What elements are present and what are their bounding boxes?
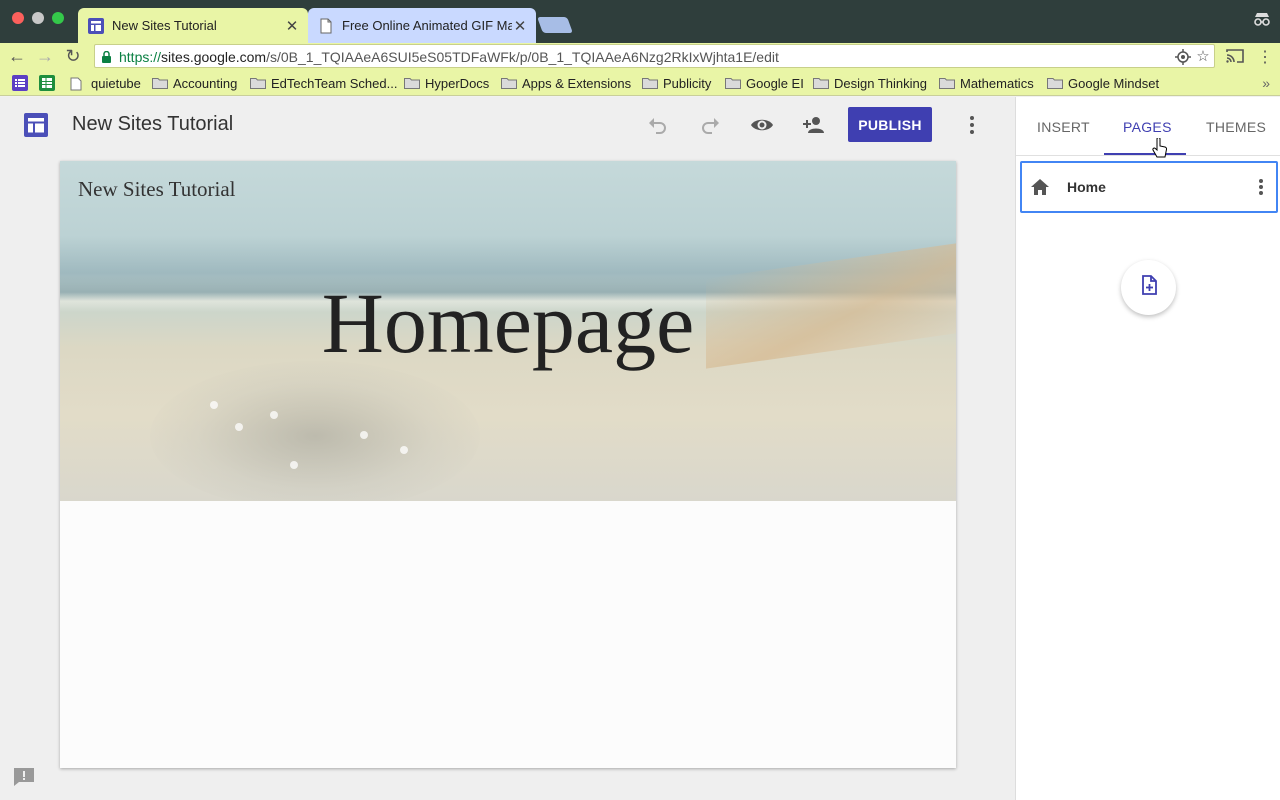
more-options-icon[interactable] (962, 113, 982, 137)
panel-divider (1016, 155, 1280, 156)
bookmark-label: Google EI (746, 75, 804, 91)
header-banner-image[interactable]: New Sites Tutorial Homepage (60, 161, 956, 501)
apps-shortcut-icon[interactable] (12, 75, 28, 91)
forward-arrow-icon[interactable]: → (35, 46, 55, 66)
hero-sparkle (235, 423, 243, 431)
browser-menu-icon[interactable]: ⋮ (1257, 47, 1273, 67)
hero-sparkle (270, 411, 278, 419)
page-icon (70, 77, 86, 91)
tab-pages[interactable]: PAGES (1123, 119, 1172, 135)
hero-sparkle (290, 461, 298, 469)
reload-icon[interactable]: ↻ (63, 46, 83, 66)
bookmark-label: EdTechTeam Sched... (271, 75, 398, 91)
hero-bokeh-texture (150, 361, 480, 501)
bookmark-apps-extensions[interactable]: Apps & Extensions (501, 75, 631, 91)
feedback-icon[interactable] (13, 767, 35, 787)
hand-pointer-cursor-icon (1152, 137, 1168, 158)
add-page-icon (1138, 274, 1160, 301)
url-path: /s/0B_1_TQIAAeA6SUI5eS05TDFaWFk/p/0B_1_T… (266, 49, 779, 65)
bookmark-quietube[interactable]: quietube (70, 75, 141, 91)
hero-sparkle (360, 431, 368, 439)
browser-tab-gif-maker[interactable]: Free Online Animated GIF Mak ✕ (308, 8, 536, 43)
page-item-label: Home (1067, 179, 1106, 195)
back-arrow-icon[interactable]: ← (7, 46, 27, 66)
document-icon (318, 18, 334, 34)
tab-themes[interactable]: THEMES (1206, 119, 1266, 135)
folder-icon (813, 77, 829, 89)
site-editor: New Sites Tutorial PUBLISH New Sites Tut… (0, 97, 1015, 800)
url-text: https://sites.google.com/s/0B_1_TQIAAeA6… (119, 49, 779, 65)
folder-icon (501, 77, 517, 89)
side-panel: INSERT PAGES THEMES Home (1015, 97, 1280, 800)
close-window-button[interactable] (12, 12, 24, 24)
browser-tab-sites[interactable]: New Sites Tutorial ✕ (78, 8, 308, 43)
new-tab-button[interactable] (537, 17, 573, 33)
bookmark-star-icon[interactable]: ☆ (1195, 49, 1211, 65)
google-sites-logo-icon[interactable] (24, 113, 48, 137)
sheets-shortcut-icon[interactable] (39, 75, 55, 91)
close-tab-icon[interactable]: ✕ (284, 17, 300, 35)
folder-icon (250, 77, 266, 89)
publish-button[interactable]: PUBLISH (848, 107, 932, 142)
header-page-title[interactable]: Homepage (60, 273, 956, 373)
bookmark-publicity[interactable]: Publicity (642, 75, 711, 91)
folder-icon (1047, 77, 1063, 89)
bookmark-label: Design Thinking (834, 75, 927, 91)
redo-icon[interactable] (698, 113, 722, 137)
preview-eye-icon[interactable] (750, 113, 774, 137)
bookmark-label: Accounting (173, 75, 238, 91)
bookmark-hyperdocs[interactable]: HyperDocs (404, 75, 489, 91)
bookmarks-overflow-icon[interactable]: » (1262, 75, 1270, 91)
cast-icon[interactable] (1226, 48, 1244, 64)
bookmark-label: Publicity (663, 75, 712, 91)
google-sites-icon (88, 17, 104, 34)
zoom-window-button[interactable] (52, 12, 64, 24)
folder-icon (152, 77, 168, 89)
bookmark-label: HyperDocs (425, 75, 490, 91)
folder-icon (725, 77, 741, 89)
site-title-field[interactable]: New Sites Tutorial (72, 113, 233, 136)
incognito-icon (1252, 9, 1272, 29)
bookmark-accounting[interactable]: Accounting (152, 75, 237, 91)
home-icon (1030, 178, 1050, 196)
bookmark-label: Mathematics (960, 75, 1034, 91)
folder-icon (404, 77, 420, 89)
folder-icon (642, 77, 658, 89)
bookmark-label: quietube (91, 75, 141, 91)
bookmark-google-mindset[interactable]: Google Mindset (1047, 75, 1159, 91)
page-options-icon[interactable] (1254, 177, 1268, 197)
page-item-home[interactable]: Home (1020, 161, 1278, 213)
bookmark-label: Google Mindset (1068, 75, 1160, 91)
tab-title: New Sites Tutorial (112, 18, 217, 33)
add-page-button[interactable] (1121, 260, 1176, 315)
url-scheme: https:// (119, 49, 162, 65)
lock-icon (102, 50, 111, 63)
minimize-window-button[interactable] (32, 12, 44, 24)
hero-sparkle (400, 446, 408, 454)
browser-toolbar: ← → ↻ https://sites.google.com/s/0B_1_TQ… (0, 43, 1280, 70)
bookmark-label: Apps & Extensions (522, 75, 632, 91)
close-tab-icon[interactable]: ✕ (512, 17, 528, 35)
bookmark-design-thinking[interactable]: Design Thinking (813, 75, 927, 91)
header-site-name[interactable]: New Sites Tutorial (78, 177, 236, 202)
address-bar[interactable]: https://sites.google.com/s/0B_1_TQIAAeA6… (94, 44, 1215, 68)
tab-insert[interactable]: INSERT (1037, 119, 1090, 135)
tab-title: Free Online Animated GIF Mak (342, 18, 512, 33)
bookmark-mathematics[interactable]: Mathematics (939, 75, 1034, 91)
page-canvas[interactable]: New Sites Tutorial Homepage (60, 161, 956, 768)
location-target-icon[interactable] (1175, 49, 1191, 65)
undo-icon[interactable] (646, 113, 670, 137)
bookmark-google-ei[interactable]: Google EI (725, 75, 804, 91)
browser-titlebar: New Sites Tutorial ✕ Free Online Animate… (0, 0, 1280, 43)
bookmark-edtechteam[interactable]: EdTechTeam Sched... (250, 75, 397, 91)
url-host: sites.google.com (161, 49, 267, 65)
hero-sparkle (210, 401, 218, 409)
folder-icon (939, 77, 955, 89)
share-add-person-icon[interactable] (802, 113, 826, 137)
bookmarks-bar: quietube Accounting EdTechTeam Sched... … (0, 70, 1280, 96)
